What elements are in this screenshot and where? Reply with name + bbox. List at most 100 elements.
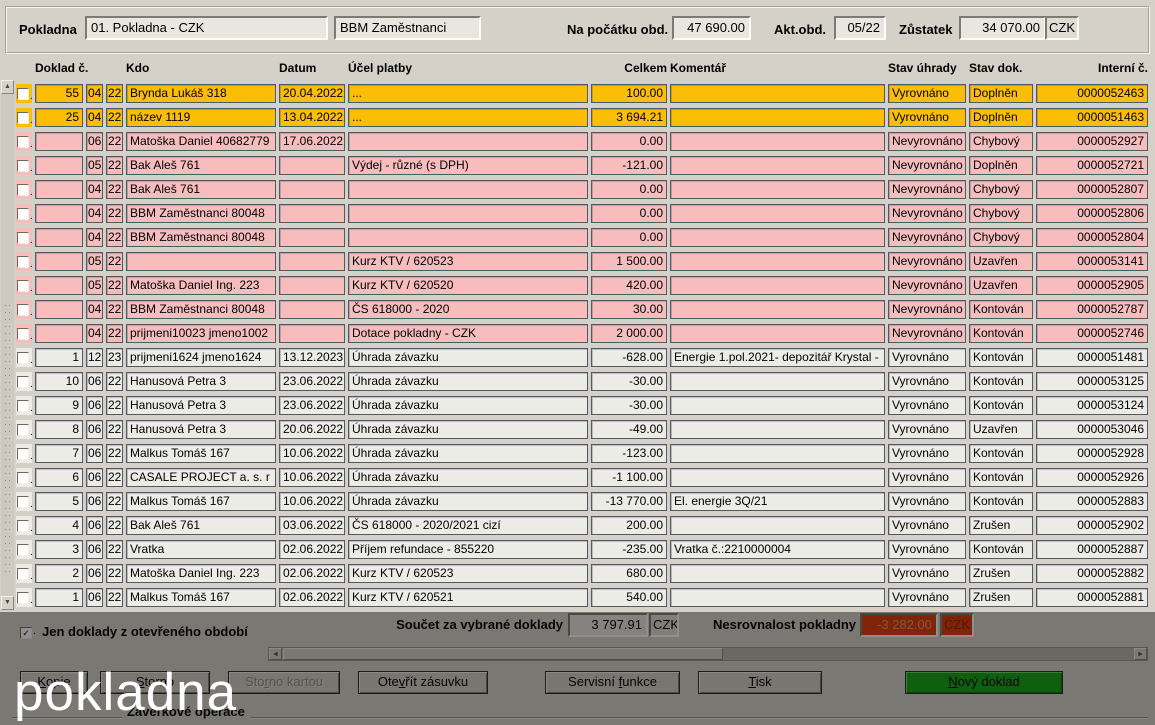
row-checkbox[interactable] (17, 280, 29, 292)
cell-datum[interactable] (279, 180, 345, 199)
cell-datum[interactable] (279, 204, 345, 223)
cell-stav-uhrady[interactable]: Vyrovnáno (888, 468, 966, 487)
scrollbar-thumb[interactable] (283, 648, 723, 660)
row-checkbox[interactable] (17, 184, 29, 196)
row-select-cell[interactable]: . (16, 372, 33, 391)
cell-ucel-platby[interactable]: Úhrada závazku (348, 492, 588, 511)
cell-komentar[interactable] (670, 588, 885, 607)
cell-komentar[interactable]: Vratka č.:2210000004 (670, 540, 885, 559)
cell-interni-cislo[interactable]: 0000051481 (1036, 348, 1148, 367)
row-select-cell[interactable]: . (16, 252, 33, 271)
cell-kdo[interactable]: Malkus Tomáš 167 (126, 492, 276, 511)
cell-mesic[interactable]: 06 (86, 132, 103, 151)
row-checkbox[interactable] (17, 88, 29, 100)
cell-ucel-platby[interactable]: ČS 618000 - 2020 (348, 300, 588, 319)
cell-ucel-platby[interactable]: Dotace pokladny - CZK (348, 324, 588, 343)
scroll-left-icon[interactable]: ◄ (269, 648, 282, 660)
current-period-value[interactable]: 05/22 (834, 16, 886, 40)
cell-datum[interactable] (279, 252, 345, 271)
row-select-cell[interactable]: . (16, 564, 33, 583)
cell-stav-uhrady[interactable]: Nevyrovnáno (888, 276, 966, 295)
button-otev-t-z-suvku[interactable]: Otevřít zásuvku (358, 671, 488, 694)
cell-komentar[interactable] (670, 84, 885, 103)
row-select-cell[interactable]: . (16, 396, 33, 415)
cell-ucel-platby[interactable] (348, 180, 588, 199)
cell-ucel-platby[interactable]: Úhrada závazku (348, 420, 588, 439)
cell-doklad-cislo[interactable]: 55 (35, 84, 83, 103)
cell-datum[interactable] (279, 324, 345, 343)
cell-interni-cislo[interactable]: 0000052463 (1036, 84, 1148, 103)
cell-doklad-cislo[interactable]: 9 (35, 396, 83, 415)
cell-stav-dok[interactable]: Zrušen (969, 516, 1033, 535)
cell-interni-cislo[interactable]: 0000053124 (1036, 396, 1148, 415)
row-checkbox[interactable] (17, 304, 29, 316)
cell-kdo[interactable]: Brynda Lukáš 318 (126, 84, 276, 103)
cell-datum[interactable] (279, 156, 345, 175)
cell-celkem[interactable]: 3 694.21 (591, 108, 667, 127)
cell-stav-uhrady[interactable]: Vyrovnáno (888, 84, 966, 103)
cell-rok[interactable]: 22 (106, 204, 123, 223)
cell-datum[interactable] (279, 300, 345, 319)
cell-rok[interactable]: 22 (106, 468, 123, 487)
cell-kdo[interactable]: Bak Aleš 761 (126, 180, 276, 199)
cell-komentar[interactable]: El. energie 3Q/21 (670, 492, 885, 511)
cell-ucel-platby[interactable]: ... (348, 84, 588, 103)
cell-rok[interactable]: 23 (106, 348, 123, 367)
cell-celkem[interactable]: 0.00 (591, 228, 667, 247)
row-checkbox[interactable] (17, 256, 29, 268)
cell-stav-dok[interactable]: Uzavřen (969, 420, 1033, 439)
cell-komentar[interactable] (670, 252, 885, 271)
cell-datum[interactable]: 02.06.2022 (279, 540, 345, 559)
cell-mesic[interactable]: 06 (86, 564, 103, 583)
cell-kdo[interactable]: CASALE PROJECT a. s. r (126, 468, 276, 487)
cell-interni-cislo[interactable]: 0000053046 (1036, 420, 1148, 439)
cell-komentar[interactable] (670, 396, 885, 415)
cell-ucel-platby[interactable]: ČS 618000 - 2020/2021 cizí (348, 516, 588, 535)
row-select-cell[interactable]: . (16, 444, 33, 463)
cell-doklad-cislo[interactable]: 1 (35, 588, 83, 607)
row-select-cell[interactable]: . (16, 588, 33, 607)
cell-datum[interactable] (279, 276, 345, 295)
cell-datum[interactable]: 23.06.2022 (279, 372, 345, 391)
row-select-cell[interactable]: . (16, 108, 33, 127)
cell-celkem[interactable]: -628.00 (591, 348, 667, 367)
row-checkbox[interactable] (17, 496, 29, 508)
cell-stav-dok[interactable]: Kontován (969, 396, 1033, 415)
cell-datum[interactable]: 03.06.2022 (279, 516, 345, 535)
row-checkbox[interactable] (17, 544, 29, 556)
cell-stav-dok[interactable]: Kontován (969, 324, 1033, 343)
cell-stav-dok[interactable]: Kontován (969, 348, 1033, 367)
cell-celkem[interactable]: -123.00 (591, 444, 667, 463)
cell-celkem[interactable]: -30.00 (591, 372, 667, 391)
cell-doklad-cislo[interactable]: 2 (35, 564, 83, 583)
cell-komentar[interactable] (670, 372, 885, 391)
cell-doklad-cislo[interactable]: 6 (35, 468, 83, 487)
cell-rok[interactable]: 22 (106, 324, 123, 343)
cell-mesic[interactable]: 05 (86, 252, 103, 271)
cell-doklad-cislo[interactable] (35, 228, 83, 247)
cell-rok[interactable]: 22 (106, 588, 123, 607)
cell-stav-dok[interactable]: Zrušen (969, 564, 1033, 583)
cell-mesic[interactable]: 06 (86, 420, 103, 439)
row-checkbox[interactable] (17, 424, 29, 436)
cell-celkem[interactable]: 0.00 (591, 180, 667, 199)
cell-komentar[interactable] (670, 444, 885, 463)
cell-mesic[interactable]: 04 (86, 228, 103, 247)
cell-ucel-platby[interactable] (348, 204, 588, 223)
cell-stav-dok[interactable]: Uzavřen (969, 252, 1033, 271)
row-checkbox[interactable] (17, 472, 29, 484)
cell-doklad-cislo[interactable]: 7 (35, 444, 83, 463)
cell-ucel-platby[interactable]: Úhrada závazku (348, 348, 588, 367)
cell-celkem[interactable]: 1 500.00 (591, 252, 667, 271)
cell-rok[interactable]: 22 (106, 420, 123, 439)
cell-doklad-cislo[interactable] (35, 156, 83, 175)
cell-celkem[interactable]: 680.00 (591, 564, 667, 583)
cell-stav-uhrady[interactable]: Nevyrovnáno (888, 204, 966, 223)
cell-mesic[interactable]: 06 (86, 516, 103, 535)
cell-doklad-cislo[interactable] (35, 300, 83, 319)
cell-stav-uhrady[interactable]: Vyrovnáno (888, 516, 966, 535)
cell-interni-cislo[interactable]: 0000052928 (1036, 444, 1148, 463)
horizontal-scrollbar[interactable]: ◄ ► (268, 647, 1148, 661)
cell-stav-uhrady[interactable]: Vyrovnáno (888, 396, 966, 415)
cell-interni-cislo[interactable]: 0000052804 (1036, 228, 1148, 247)
